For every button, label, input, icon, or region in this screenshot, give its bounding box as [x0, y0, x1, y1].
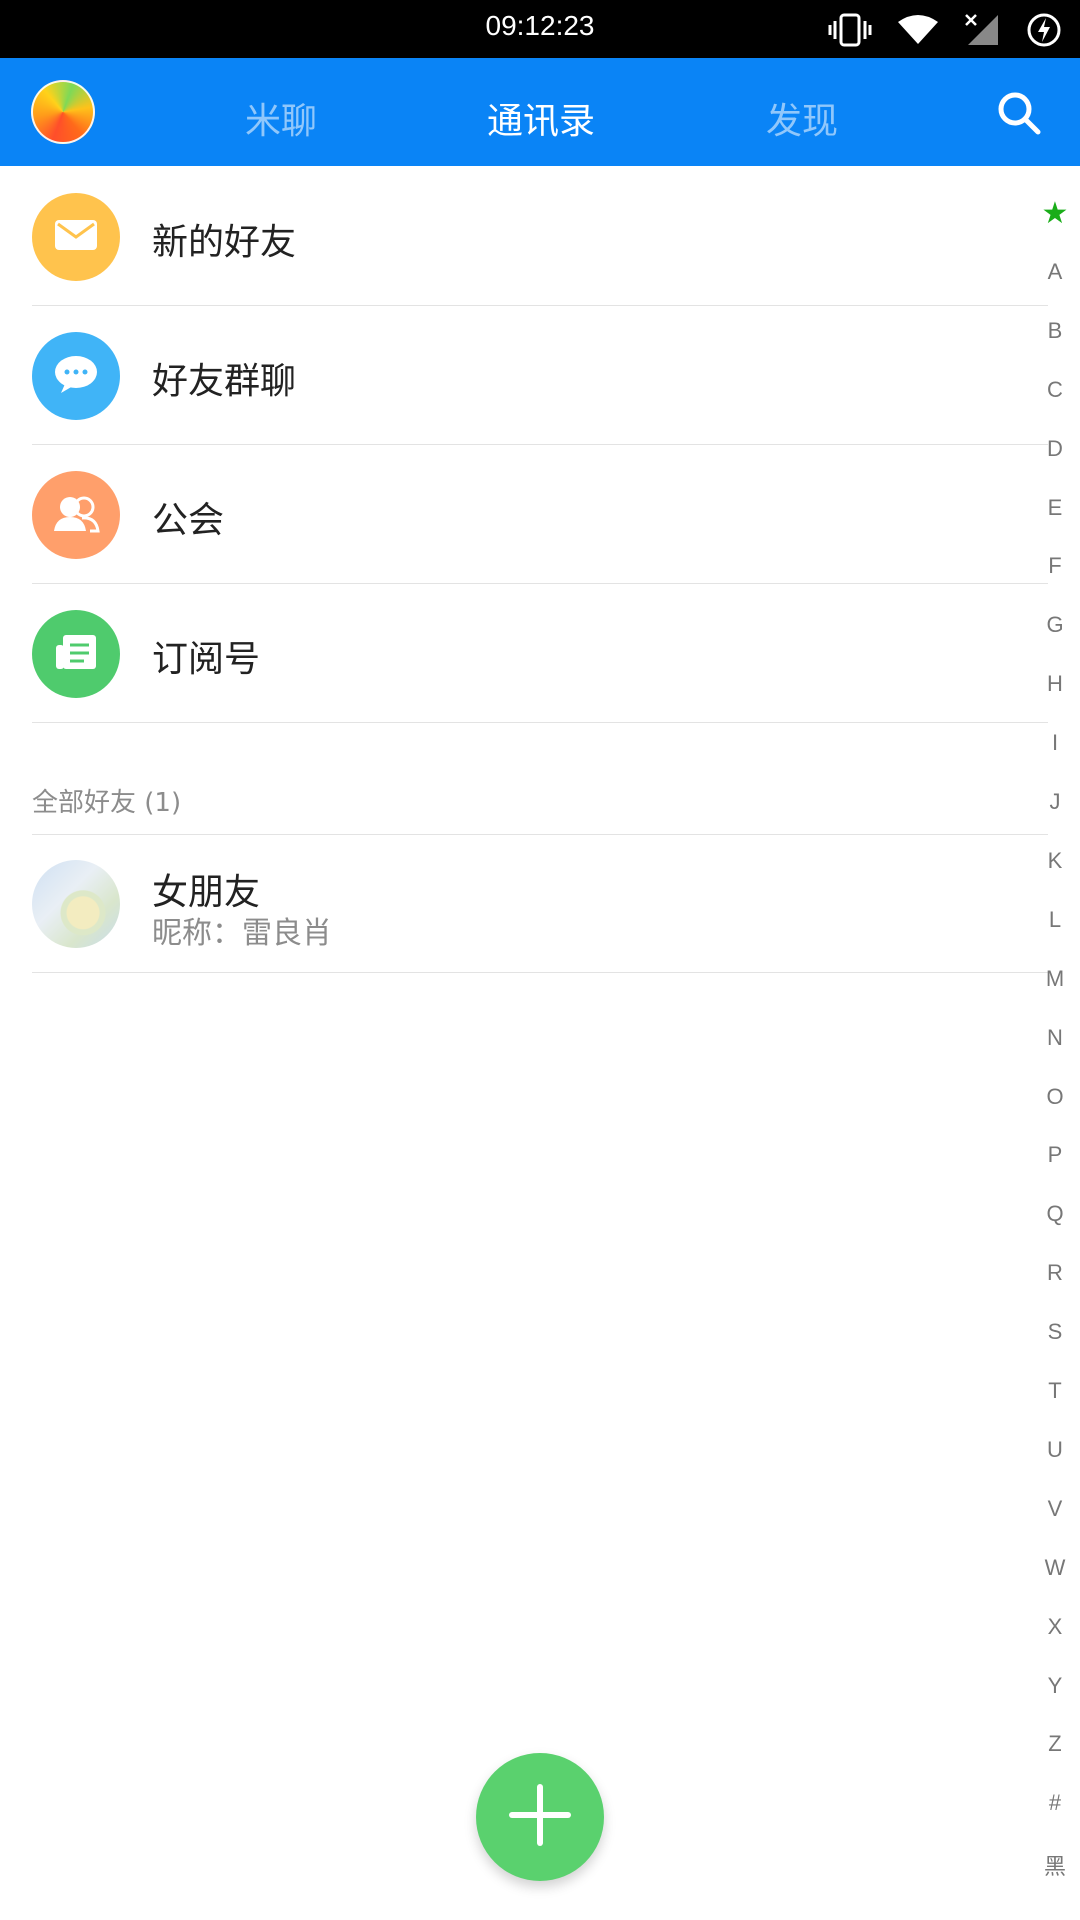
status-icons [828, 10, 1062, 50]
index-letter[interactable]: T [1030, 1378, 1080, 1404]
entry-label: 订阅号 [152, 639, 261, 680]
vibrate-icon [828, 13, 872, 47]
friend-avatar [32, 860, 120, 948]
index-letter[interactable]: Z [1030, 1731, 1080, 1757]
index-letter[interactable]: K [1030, 848, 1080, 874]
divider [32, 722, 1048, 723]
index-letter[interactable]: H [1030, 671, 1080, 697]
friend-nickname: 昵称：雷良肖 [152, 916, 332, 951]
entry-group-chats[interactable]: 好友群聊 [0, 306, 1048, 445]
guild-icon-circle [32, 471, 120, 559]
tab-discover[interactable]: 发现 [766, 92, 838, 144]
index-letter[interactable]: Y [1030, 1673, 1080, 1699]
mail-icon [54, 219, 98, 255]
index-letter[interactable]: P [1030, 1142, 1080, 1168]
index-letter[interactable]: J [1030, 789, 1080, 815]
group-chats-icon-circle [32, 332, 120, 420]
my-avatar[interactable] [31, 80, 95, 144]
news-icon [54, 633, 98, 675]
index-letter[interactable]: D [1030, 436, 1080, 462]
battery-charging-icon [1026, 12, 1062, 48]
index-letter[interactable]: U [1030, 1437, 1080, 1463]
index-letter[interactable]: C [1030, 377, 1080, 403]
index-letter[interactable]: F [1030, 553, 1080, 579]
index-letter[interactable]: E [1030, 495, 1080, 521]
index-letter[interactable]: Q [1030, 1201, 1080, 1227]
index-letter[interactable]: 黑 [1030, 1849, 1080, 1881]
all-friends-header: 全部好友 (1) [32, 788, 182, 818]
app-header: 米聊 通讯录 发现 [0, 58, 1080, 166]
new-friends-icon-circle [32, 193, 120, 281]
index-letter[interactable]: O [1030, 1084, 1080, 1110]
index-letter[interactable]: V [1030, 1496, 1080, 1522]
index-letter[interactable]: # [1030, 1790, 1080, 1816]
plus-icon [508, 1783, 572, 1851]
index-letter[interactable]: A [1030, 259, 1080, 285]
entry-subscriptions[interactable]: 订阅号 [0, 584, 1048, 723]
entry-label: 新的好友 [152, 222, 297, 263]
index-letter[interactable]: W [1030, 1555, 1080, 1581]
index-letter[interactable]: G [1030, 612, 1080, 638]
search-icon [996, 92, 1042, 140]
tab-contacts[interactable]: 通讯录 [487, 92, 595, 144]
index-letter[interactable]: N [1030, 1025, 1080, 1051]
add-button[interactable] [476, 1753, 604, 1881]
tab-chat[interactable]: 米聊 [245, 92, 317, 144]
index-letter[interactable]: B [1030, 318, 1080, 344]
entry-new-friends[interactable]: 新的好友 [0, 167, 1048, 306]
index-letter[interactable]: M [1030, 966, 1080, 992]
entry-guild[interactable]: 公会 [0, 445, 1048, 584]
index-letter[interactable]: R [1030, 1260, 1080, 1286]
contacts-screen: 09:12:23 米聊 通讯录 发现 新的好友 好友群聊 公会 订阅号 全部好友… [0, 0, 1080, 1920]
wifi-icon [898, 14, 938, 46]
divider [32, 972, 1048, 973]
subscriptions-icon-circle [32, 610, 120, 698]
search-button[interactable] [996, 90, 1042, 136]
entry-label: 公会 [152, 500, 225, 541]
group-icon [52, 493, 100, 537]
index-letter[interactable]: I [1030, 730, 1080, 756]
index-letter[interactable]: L [1030, 907, 1080, 933]
index-letter[interactable]: S [1030, 1319, 1080, 1345]
signal-icon [964, 13, 1000, 47]
index-letter[interactable]: ★ [1030, 196, 1080, 231]
chat-bubble-icon [53, 354, 99, 398]
index-letter[interactable]: X [1030, 1614, 1080, 1640]
friend-item[interactable]: 女朋友 昵称：雷良肖 [0, 835, 1048, 973]
status-bar: 09:12:23 [0, 0, 1080, 58]
entry-label: 好友群聊 [152, 361, 297, 402]
